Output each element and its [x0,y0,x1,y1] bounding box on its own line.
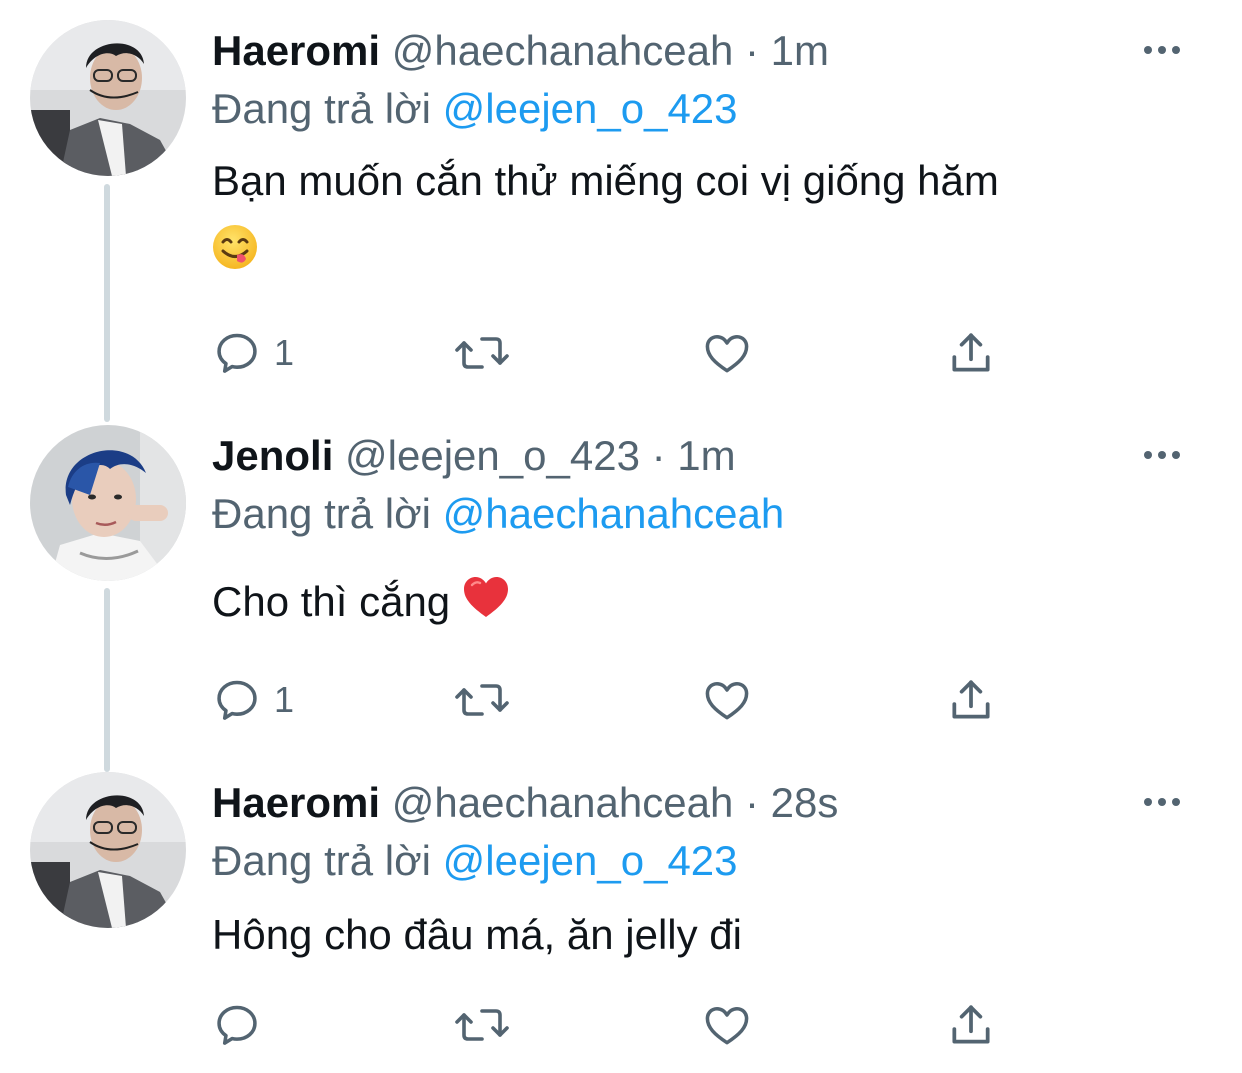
share-button[interactable] [946,673,996,727]
more-icon[interactable] [1140,790,1184,814]
more-icon[interactable] [1140,443,1184,467]
tweet[interactable]: Haeromi @haechanahceah · 1m Đang trả lời… [0,20,1242,400]
reply-button[interactable] [212,998,274,1052]
share-icon [946,328,996,378]
tweet-header: Haeromi @haechanahceah · 28s [212,774,838,832]
retweet-button[interactable] [454,998,510,1052]
tweet-text: Hông cho đâu má, ăn jelly đi [212,904,1172,966]
timestamp[interactable]: 1m [771,27,829,74]
reply-icon [212,328,262,378]
reply-button[interactable]: 1 [212,673,294,727]
retweet-icon [454,1000,510,1050]
display-name[interactable]: Haeromi [212,27,380,74]
reply-icon [212,675,262,725]
tweet-header: Jenoli @leejen_o_423 · 1m [212,427,736,485]
user-handle[interactable]: @haechanahceah [392,779,734,826]
yum-emoji [212,224,258,287]
display-name[interactable]: Haeromi [212,779,380,826]
timestamp[interactable]: 28s [771,779,839,826]
tweet[interactable]: Jenoli @leejen_o_423 · 1m Đang trả lời @… [0,425,1242,745]
tweet-text-content: Hông cho đâu má, ăn jelly đi [212,911,742,958]
separator-dot: · [651,432,666,479]
replying-to-handle[interactable]: @leejen_o_423 [443,837,738,884]
tweet-text-line: Bạn muốn cắn thử miếng coi vị giống hăm [212,157,999,204]
share-icon [946,1000,996,1050]
replying-to-handle[interactable]: @leejen_o_423 [443,85,738,132]
avatar[interactable] [30,20,186,176]
tweet-header: Haeromi @haechanahceah · 1m [212,22,829,80]
retweet-icon [454,328,510,378]
reply-icon [212,1000,262,1050]
replying-to-label: Đang trả lời [212,837,431,884]
share-button[interactable] [946,998,996,1052]
replying-to: Đang trả lời @leejen_o_423 [212,832,738,890]
tweet-actions: 1 [212,326,1112,380]
tweet-actions [212,998,1112,1052]
like-icon [702,675,752,725]
share-icon [946,675,996,725]
tweet-text: Cho thì cắng [212,571,1172,636]
like-icon [702,1000,752,1050]
replying-to-handle[interactable]: @haechanahceah [443,490,785,537]
like-button[interactable] [702,673,752,727]
retweet-button[interactable] [454,673,510,727]
reply-count: 1 [274,679,295,720]
retweet-button[interactable] [454,326,510,380]
user-handle[interactable]: @haechanahceah [392,27,734,74]
replying-to: Đang trả lời @haechanahceah [212,485,784,543]
separator-dot: · [744,27,759,74]
reply-count: 1 [274,332,295,373]
tweet-text: Bạn muốn cắn thử miếng coi vị giống hăm [212,150,1172,292]
tweet-actions: 1 [212,673,1112,727]
reply-button[interactable]: 1 [212,326,294,380]
heart-emoji [462,574,510,636]
avatar[interactable] [30,772,186,928]
more-icon[interactable] [1140,38,1184,62]
replying-to: Đang trả lời @leejen_o_423 [212,80,738,138]
tweet-text-content: Cho thì cắng [212,578,451,625]
avatar[interactable] [30,425,186,581]
separator-dot: · [744,779,759,826]
like-button[interactable] [702,998,752,1052]
share-button[interactable] [946,326,996,380]
like-icon [702,328,752,378]
replying-to-label: Đang trả lời [212,85,431,132]
like-button[interactable] [702,326,752,380]
replying-to-label: Đang trả lời [212,490,431,537]
display-name[interactable]: Jenoli [212,432,333,479]
timestamp[interactable]: 1m [677,432,735,479]
retweet-icon [454,675,510,725]
tweet[interactable]: Haeromi @haechanahceah · 28s Đang trả lờ… [0,772,1242,1062]
user-handle[interactable]: @leejen_o_423 [345,432,640,479]
